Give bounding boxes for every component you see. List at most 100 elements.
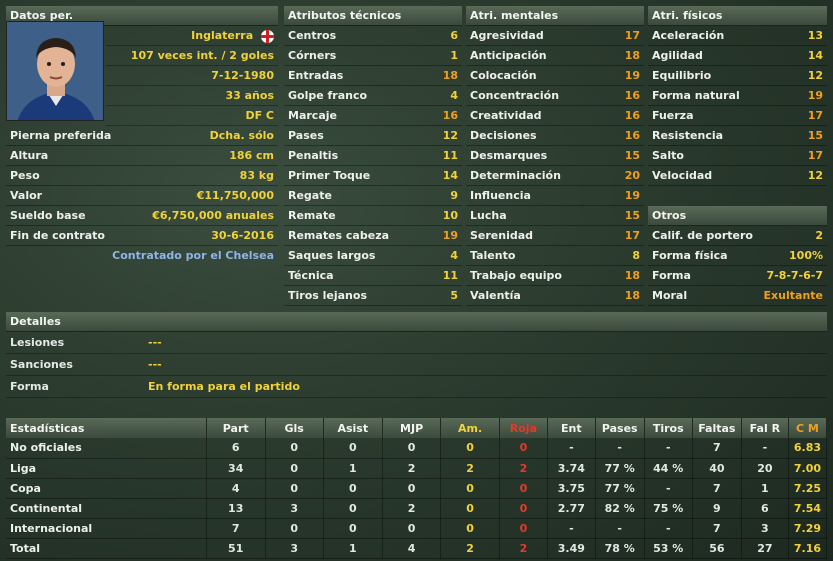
mental-attribute-label: Trabajo equipo <box>470 269 562 282</box>
other-attributes-panel: Otros Calif. de portero 2 Forma física 100%… <box>648 206 827 306</box>
physical-attribute-row[interactable]: Velocidad 12 <box>648 166 827 186</box>
stats-column-header[interactable]: Tiros <box>644 418 693 438</box>
stats-row[interactable]: Total 51 3 1 4 2 2 3.49 78 % 53 % 56 27 7.16 <box>6 538 828 559</box>
stats-row[interactable]: Liga 34 0 1 2 2 2 3.74 77 % 44 % 40 20 7.00 <box>6 458 828 479</box>
stats-row[interactable]: Internacional 7 0 0 0 0 0- - -7 3 7.29 <box>6 518 828 539</box>
stats-cell: 0 <box>265 518 324 539</box>
other-attribute-label: Forma <box>652 269 691 282</box>
mental-attribute-row[interactable]: Agresividad 17 <box>466 26 644 46</box>
technical-attribute-row[interactable]: Remates cabeza 19 <box>284 226 462 246</box>
personal-detail-row[interactable]: Altura 186 cm <box>6 146 278 166</box>
position: DF C <box>106 106 278 126</box>
technical-attribute-row[interactable]: Córners 1 <box>284 46 462 66</box>
stats-cell: - <box>595 438 645 459</box>
stats-cell: 0 <box>499 438 548 459</box>
mental-attribute-value: 17 <box>624 229 640 242</box>
mental-attribute-row[interactable]: Determinación 20 <box>466 166 644 186</box>
stats-column-header[interactable]: Ent <box>547 418 596 438</box>
physical-attribute-row[interactable]: Salto 17 <box>648 146 827 166</box>
mental-attribute-value: 18 <box>624 289 640 302</box>
stats-cell: 0 <box>440 498 500 519</box>
technical-attribute-row[interactable]: Penaltis 11 <box>284 146 462 166</box>
physical-attribute-row[interactable]: Equilibrio 12 <box>648 66 827 86</box>
mental-attribute-label: Valentía <box>470 289 521 302</box>
technical-attribute-row[interactable]: Técnica 11 <box>284 266 462 286</box>
contract-note-text[interactable]: Contratado por el Chelsea <box>112 249 274 262</box>
physical-attribute-value: 13 <box>807 29 823 42</box>
personal-detail-row[interactable]: Pierna preferida Dcha. sólo <box>6 126 278 146</box>
other-attribute-label: Calif. de portero <box>652 229 753 242</box>
mental-attribute-value: 18 <box>624 49 640 62</box>
stats-column-header[interactable]: Pases <box>595 418 645 438</box>
stats-column-header[interactable]: Estadísticas <box>6 418 207 438</box>
technical-attribute-row[interactable]: Pases 12 <box>284 126 462 146</box>
personal-detail-row[interactable]: Valor €11,750,000 <box>6 186 278 206</box>
technical-attribute-row[interactable]: Marcaje 16 <box>284 106 462 126</box>
mental-attribute-row[interactable]: Serenidad 17 <box>466 226 644 246</box>
stats-column-header[interactable]: Part <box>206 418 266 438</box>
technical-attribute-row[interactable]: Golpe franco 4 <box>284 86 462 106</box>
stats-cell: - <box>644 518 693 539</box>
stats-column-header[interactable]: C M <box>788 418 828 438</box>
stats-row[interactable]: Copa 4 0 0 0 0 0 3.75 77 % -7 1 7.25 <box>6 478 828 499</box>
details-value: --- <box>148 336 162 349</box>
nationality-row[interactable]: Inglaterra <box>106 26 278 46</box>
other-attribute-row[interactable]: Calif. de portero 2 <box>648 226 827 246</box>
physical-attribute-row[interactable]: Fuerza 17 <box>648 106 827 126</box>
mental-attribute-value: 16 <box>624 129 640 142</box>
stats-cell: 7 <box>206 518 266 539</box>
stats-cell: 0 <box>382 518 442 539</box>
technical-attribute-row[interactable]: Regate 9 <box>284 186 462 206</box>
stats-cell: No oficiales <box>6 438 207 459</box>
stats-column-header[interactable]: Am. <box>440 418 500 438</box>
mental-attribute-row[interactable]: Desmarques 15 <box>466 146 644 166</box>
mental-attribute-row[interactable]: Creatividad 16 <box>466 106 644 126</box>
physical-attribute-row[interactable]: Resistencia 15 <box>648 126 827 146</box>
otros-header: Otros <box>648 206 827 226</box>
other-attribute-row[interactable]: Forma física 100% <box>648 246 827 266</box>
mental-attribute-row[interactable]: Concentración 16 <box>466 86 644 106</box>
nationality[interactable]: Inglaterra <box>191 29 253 42</box>
mental-attribute-row[interactable]: Anticipación 18 <box>466 46 644 66</box>
mental-attribute-row[interactable]: Trabajo equipo 18 <box>466 266 644 286</box>
stats-row[interactable]: No oficiales 6 0 0 0 0 0- - -7-6.83 <box>6 438 828 459</box>
technical-attribute-row[interactable]: Saques largos 4 <box>284 246 462 266</box>
stats-cell: 7.25 <box>788 478 828 499</box>
other-attribute-row[interactable]: Moral Exultante <box>648 286 827 306</box>
stats-column-header[interactable]: Fal R <box>741 418 789 438</box>
personal-detail-row[interactable]: Peso 83 kg <box>6 166 278 186</box>
stats-column-header[interactable]: Faltas <box>692 418 742 438</box>
technical-attribute-row[interactable]: Tiros lejanos 5 <box>284 286 462 306</box>
physical-attribute-value: 12 <box>807 69 823 82</box>
stats-column-header[interactable]: Asist <box>323 418 383 438</box>
mental-attribute-row[interactable]: Influencia 19 <box>466 186 644 206</box>
stats-cell: - <box>547 438 596 459</box>
stats-column-header[interactable]: Roja <box>499 418 548 438</box>
physical-attribute-row[interactable]: Aceleración 13 <box>648 26 827 46</box>
personal-detail-row[interactable]: Sueldo base €6,750,000 anuales <box>6 206 278 226</box>
physical-attribute-row[interactable]: Agilidad 14 <box>648 46 827 66</box>
stats-row[interactable]: Continental 13 3 0 2 0 0 2.77 82 % 75 % 9 6 7.54 <box>6 498 828 519</box>
mental-attribute-row[interactable]: Valentía 18 <box>466 286 644 306</box>
other-attribute-row[interactable]: Forma 7-8-7-6-7 <box>648 266 827 286</box>
stats-column-header[interactable]: MJP <box>382 418 442 438</box>
technical-attribute-row[interactable]: Centros 6 <box>284 26 462 46</box>
mental-attribute-row[interactable]: Talento 8 <box>466 246 644 266</box>
physical-attribute-value: 17 <box>807 149 823 162</box>
mental-attribute-value: 16 <box>624 109 640 122</box>
contract-note[interactable]: Contratado por el Chelsea <box>6 246 278 266</box>
personal-detail-row[interactable]: Fin de contrato 30-6-2016 <box>6 226 278 246</box>
mental-attribute-row[interactable]: Lucha 15 <box>466 206 644 226</box>
technical-attribute-row[interactable]: Remate 10 <box>284 206 462 226</box>
mental-attribute-row[interactable]: Decisiones 16 <box>466 126 644 146</box>
technical-attribute-row[interactable]: Primer Toque 14 <box>284 166 462 186</box>
mental-attribute-row[interactable]: Colocación 19 <box>466 66 644 86</box>
technical-attribute-value: 4 <box>450 249 458 262</box>
mental-attribute-value: 19 <box>624 69 640 82</box>
stats-column-header[interactable]: Gls <box>265 418 324 438</box>
technical-attribute-row[interactable]: Entradas 18 <box>284 66 462 86</box>
technical-attribute-label: Remates cabeza <box>288 229 390 242</box>
mental-attribute-label: Influencia <box>470 189 531 202</box>
stats-cell: 2 <box>499 458 548 479</box>
physical-attribute-row[interactable]: Forma natural 19 <box>648 86 827 106</box>
